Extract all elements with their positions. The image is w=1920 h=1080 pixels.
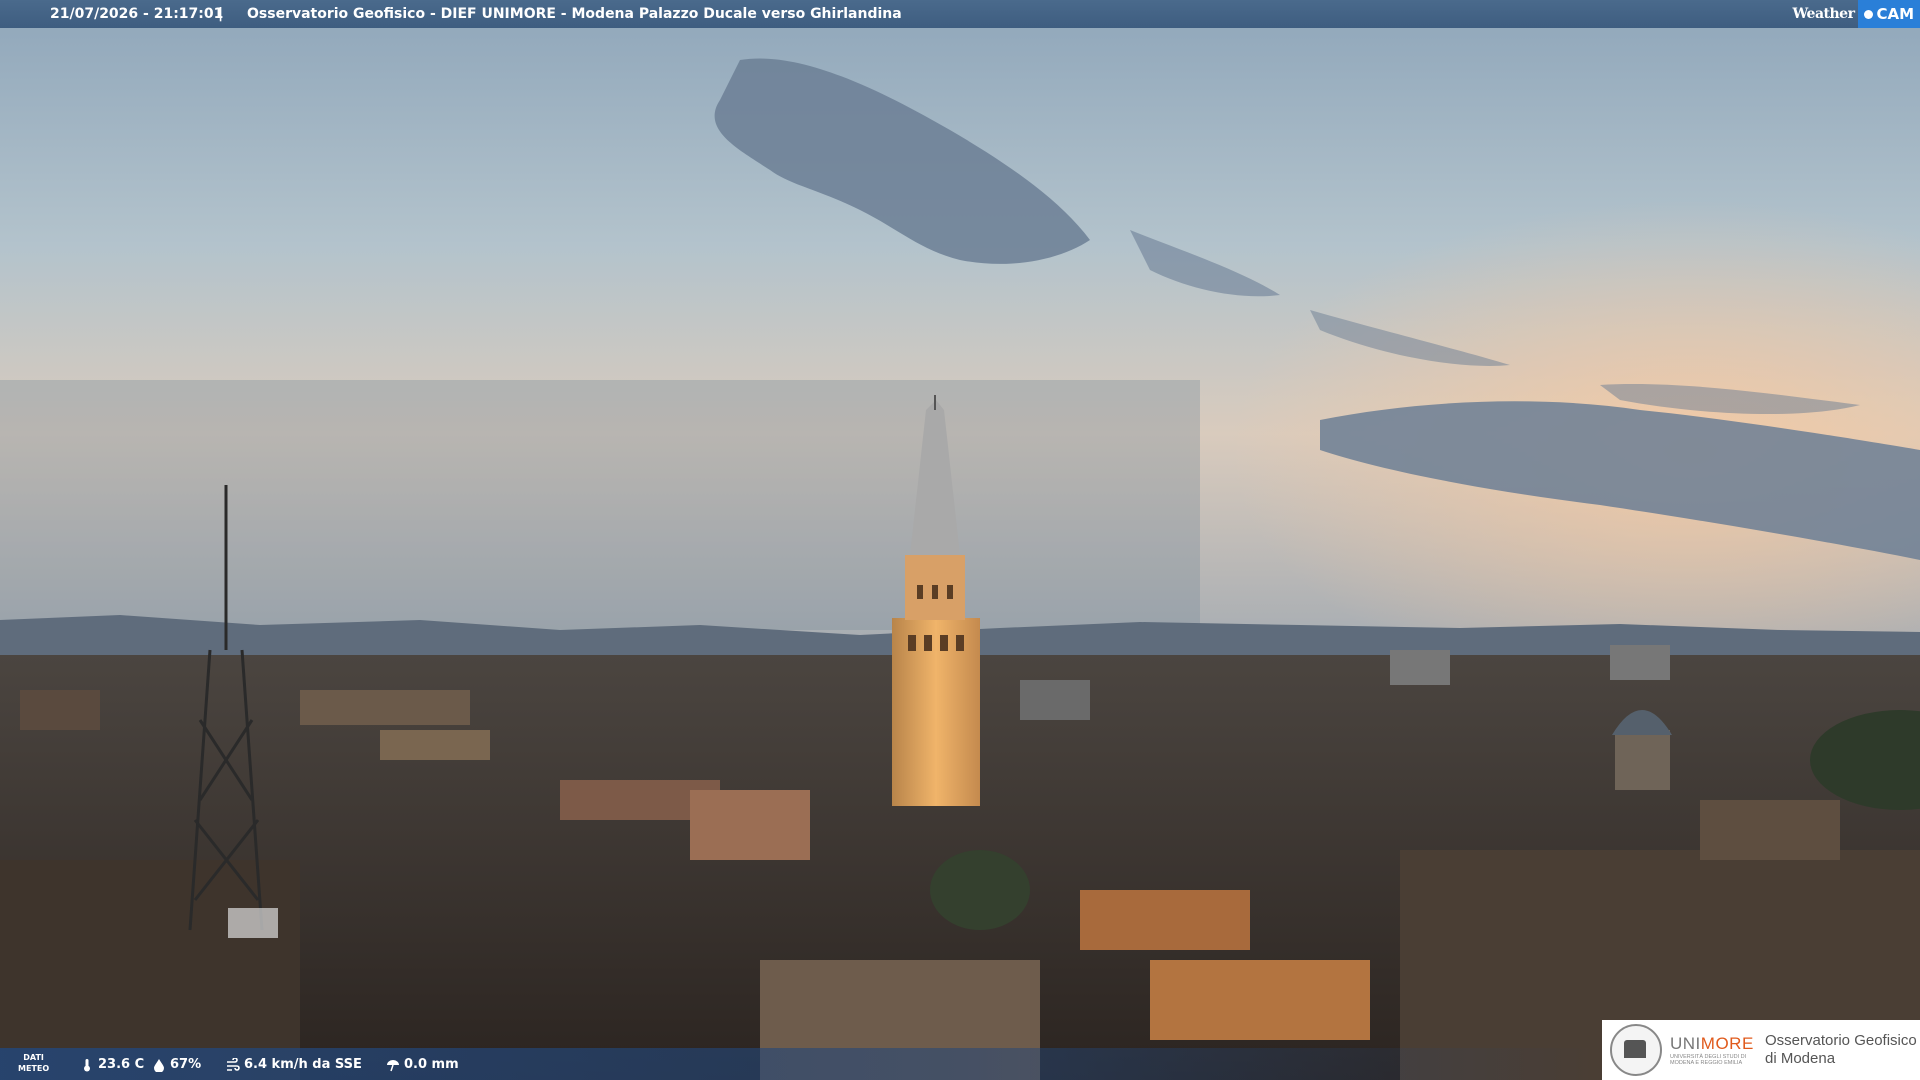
observatory-line1: Osservatorio Geofisico [1765, 1032, 1917, 1049]
rain-reading: 0.0 mm [386, 1057, 459, 1072]
unimore-name: UNIMORE [1670, 1034, 1755, 1054]
wind-value: 6.4 km/h da SSE [244, 1057, 362, 1072]
droplet-icon [154, 1058, 164, 1072]
observatory-line2: di Modena [1765, 1050, 1836, 1067]
weathercam-cam-text: CAM [1876, 5, 1914, 23]
wind-icon [227, 1057, 240, 1071]
unimore-subtitle: UNIVERSITÀ DEGLI STUDI DI MODENA E REGGI… [1670, 1054, 1747, 1066]
rain-value: 0.0 mm [404, 1057, 459, 1072]
unimore-name-suffix: MORE [1700, 1034, 1754, 1053]
unimore-name-prefix: UNI [1670, 1034, 1701, 1053]
meteo-label-line1: DATI [23, 1053, 44, 1062]
thermometer-icon [84, 1058, 90, 1071]
header-bar: 21/07/2026 - 21:17:01 | Osservatorio Geo… [0, 0, 1920, 28]
unimore-seal-icon [1610, 1024, 1662, 1076]
meteo-label: DATI METEO [18, 1052, 49, 1074]
humidity-value: 67% [170, 1057, 202, 1072]
unimore-logo-panel: UNIMORE UNIVERSITÀ DEGLI STUDI DI MODENA… [1602, 1020, 1920, 1080]
weathercam-cam-badge: CAM [1858, 0, 1920, 28]
datetime-label: 21/07/2026 - 21:17:01 [50, 6, 224, 22]
humidity-reading: 67% [152, 1057, 201, 1072]
meteo-label-line2: METEO [18, 1064, 50, 1073]
weathercam-logo: Weather CAM [1792, 0, 1920, 28]
wind-reading: 6.4 km/h da SSE [226, 1057, 362, 1072]
weathercam-weather-text: Weather [1792, 6, 1855, 22]
temperature-value: 23.6 C [98, 1057, 145, 1072]
unimore-wordmark: UNIMORE UNIVERSITÀ DEGLI STUDI DI MODENA… [1670, 1034, 1755, 1066]
header-separator: | [218, 6, 224, 22]
camera-title: Osservatorio Geofisico - DIEF UNIMORE - … [247, 6, 902, 22]
weathercam-logo-icon [1864, 9, 1874, 19]
webcam-image [0, 0, 1920, 1080]
observatory-name: Osservatorio Geofisico di Modena [1765, 1032, 1917, 1068]
meteo-bar: DATI METEO 23.6 C 67% 6.4 km/h da SSE 0.… [0, 1048, 1600, 1080]
rain-gauge-icon [387, 1059, 399, 1071]
temperature-reading: 23.6 C [80, 1057, 144, 1072]
